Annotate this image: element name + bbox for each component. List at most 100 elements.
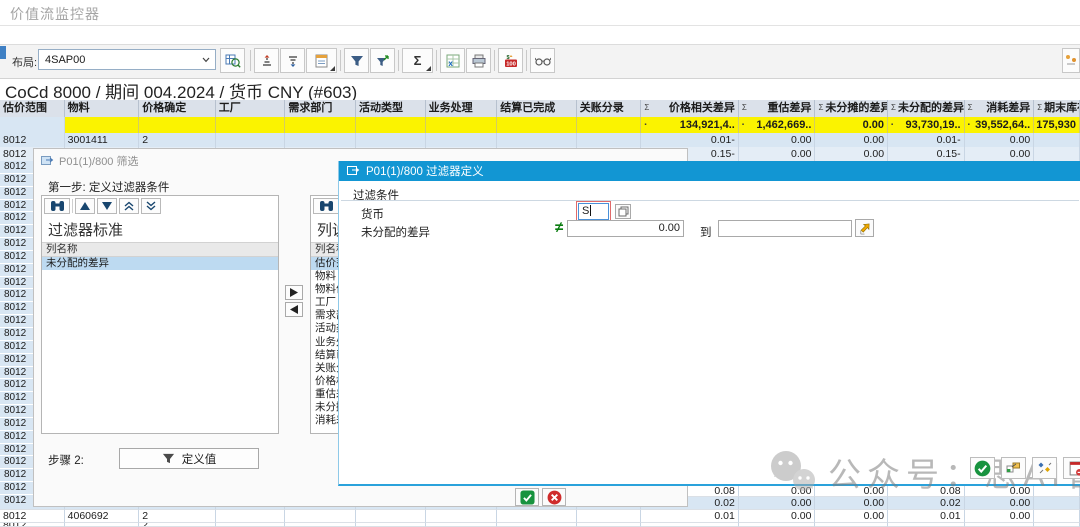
export-spreadsheet-button[interactable]: x <box>440 48 465 73</box>
triangle-down-icon <box>102 202 112 210</box>
column-header[interactable]: Σ未分配的差异 <box>888 100 965 117</box>
column-header[interactable]: 工厂 <box>216 100 286 117</box>
table-cell: 0.00 <box>965 147 1035 161</box>
sort-ascending-button[interactable] <box>254 48 279 73</box>
table-cell: 0.00 <box>815 147 888 161</box>
column-header[interactable]: 需求部门 <box>285 100 356 117</box>
diamond-arrows-icon <box>1037 461 1052 475</box>
layout-combobox[interactable]: 4SAP00 <box>38 49 216 70</box>
currency-value: S <box>582 205 589 217</box>
column-header[interactable]: Σ消耗差异 <box>965 100 1035 117</box>
column-header-label: 需求部门 <box>288 100 352 117</box>
table-cell <box>577 523 642 527</box>
strip-row: 8012 <box>0 405 33 417</box>
toolbar-separator <box>526 50 527 71</box>
cell-value: 0.01- <box>937 134 961 146</box>
cell-value: 39,552,64.. <box>975 119 1030 131</box>
table-row[interactable]: 80122 <box>0 523 1080 527</box>
find-button[interactable] <box>44 198 70 214</box>
toolbar-separator <box>436 50 437 71</box>
table-row[interactable]: 8012300141120.01-0.000.000.01-0.00 <box>0 133 1080 147</box>
table-cell: 0.01 <box>888 510 965 523</box>
legend-button[interactable] <box>530 48 555 73</box>
print-button[interactable] <box>466 48 491 73</box>
drill-marker-icon: ▪ <box>968 122 972 128</box>
column-header[interactable]: 结算已完成 <box>497 100 577 117</box>
transfer-selection-button[interactable] <box>1001 457 1026 479</box>
move-down-button[interactable] <box>97 198 117 214</box>
clipped-toolbar-button[interactable] <box>1062 48 1080 73</box>
move-top-button[interactable] <box>119 198 139 214</box>
table-row[interactable]: ▪134,921,4..▪1,462,669..0.00▪93,730,19..… <box>0 117 1080 133</box>
filter-definition-footer <box>970 457 1080 479</box>
filter-definition-titlebar[interactable]: P01(1)/800 过滤器定义 <box>339 161 1080 181</box>
sort-descending-button[interactable] <box>280 48 305 73</box>
column-header[interactable]: 估价范围 <box>0 100 65 117</box>
delete-filter-button[interactable] <box>370 48 395 73</box>
extend-selection-button[interactable] <box>855 219 874 237</box>
table-cell <box>497 117 577 133</box>
column-header[interactable]: 价格确定 <box>139 100 216 117</box>
text-caret <box>590 205 591 216</box>
column-header[interactable]: 活动类型 <box>356 100 426 117</box>
table-cell: ▪134,921,4.. <box>641 117 738 133</box>
cancel-button[interactable] <box>542 488 566 506</box>
define-values-button[interactable]: 定义值 <box>119 448 259 469</box>
yellow-arrow-icon <box>858 222 871 235</box>
cell-value: 0.08 <box>714 485 734 497</box>
diff-to-input[interactable] <box>718 220 852 237</box>
column-header[interactable]: Σ价格相关差异 <box>641 100 738 117</box>
strip-row: 8012 <box>0 289 33 301</box>
multiple-values-button[interactable] <box>615 204 631 219</box>
filter-dialog-titlebar[interactable]: P01(1)/800 筛选 <box>41 153 138 169</box>
diff-from-input[interactable]: 0.00 <box>567 220 684 237</box>
total-button[interactable]: Σ <box>402 48 433 73</box>
arrow-left-icon <box>290 305 298 314</box>
table-cell: 0.00 <box>739 485 816 497</box>
splitter-handle[interactable] <box>0 46 6 59</box>
layout-value: 4SAP00 <box>45 54 85 66</box>
add-criterion-button[interactable] <box>285 285 303 300</box>
strip-row: 8012 <box>0 328 33 340</box>
find-button[interactable] <box>313 198 339 214</box>
multiple-selection-button[interactable] <box>1032 457 1057 479</box>
criteria-list-item[interactable]: 未分配的差异 <box>42 257 278 270</box>
strip-row: 8012 <box>0 225 33 237</box>
table-cell <box>497 510 577 523</box>
delete-selection-button[interactable] <box>1063 457 1080 479</box>
currency-input[interactable]: S <box>578 203 609 220</box>
cell-value: 0.00 <box>791 148 811 160</box>
remove-criterion-button[interactable] <box>285 302 303 317</box>
column-header[interactable]: 物料 <box>65 100 140 117</box>
table-cell: 0.00 <box>739 497 816 510</box>
filter-definition-dialog: P01(1)/800 过滤器定义 过滤条件 货币 S 未分配的差异 ≠ 0.00… <box>338 161 1080 486</box>
strip-row: 8012 <box>0 482 33 494</box>
clipped-orange-icon <box>1065 54 1079 68</box>
table-row[interactable]: 8012406069220.010.000.000.010.00 <box>0 510 1080 523</box>
choose-layout-button[interactable] <box>220 48 245 73</box>
move-bottom-button[interactable] <box>141 198 161 214</box>
table-cell <box>1034 133 1080 147</box>
define-values-label: 定义值 <box>182 451 217 467</box>
strip-row: 8012 <box>0 174 33 186</box>
column-header[interactable]: Σ未分摊的差异 <box>815 100 888 117</box>
binoculars-icon <box>319 200 334 212</box>
chevrons-up-icon <box>124 201 134 211</box>
list-toolbar <box>42 196 278 216</box>
move-up-button[interactable] <box>75 198 95 214</box>
chevron-down-icon <box>202 57 210 63</box>
filter-dialog-title: P01(1)/800 筛选 <box>59 153 138 169</box>
confirm-button[interactable] <box>970 457 995 479</box>
column-header[interactable]: 关账分录 <box>577 100 642 117</box>
column-header[interactable]: 业务处理 <box>426 100 498 117</box>
detail-list-button[interactable] <box>306 48 337 73</box>
column-header[interactable]: Σ重估差异 <box>739 100 816 117</box>
confirm-button[interactable] <box>515 488 539 506</box>
arrow-right-icon <box>290 288 298 297</box>
currency-units-button[interactable]: $100 <box>498 48 523 73</box>
toolbar-separator <box>340 50 341 71</box>
set-filter-button[interactable] <box>344 48 369 73</box>
table-cell: 0.08 <box>888 485 965 497</box>
table-cell <box>356 510 426 523</box>
column-header[interactable]: Σ期末库存 <box>1034 100 1080 117</box>
